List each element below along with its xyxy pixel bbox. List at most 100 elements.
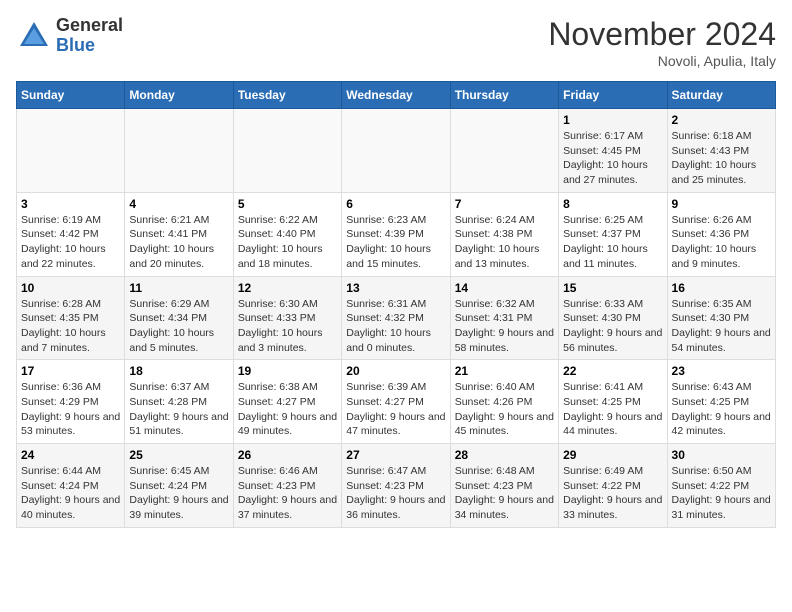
day-detail: Sunrise: 6:47 AMSunset: 4:23 PMDaylight:… [346,464,445,523]
main-title: November 2024 [548,16,776,53]
calendar-cell: 13 Sunrise: 6:31 AMSunset: 4:32 PMDayligh… [342,276,450,360]
day-detail: Sunrise: 6:50 AMSunset: 4:22 PMDaylight:… [672,464,771,523]
day-detail: Sunrise: 6:28 AMSunset: 4:35 PMDaylight:… [21,297,120,356]
calendar-cell: 7 Sunrise: 6:24 AMSunset: 4:38 PMDaylight… [450,192,558,276]
header-saturday: Saturday [667,82,775,109]
day-number: 12 [238,281,337,295]
header-friday: Friday [559,82,667,109]
calendar-cell: 9 Sunrise: 6:26 AMSunset: 4:36 PMDaylight… [667,192,775,276]
calendar-cell [233,109,341,193]
day-number: 15 [563,281,662,295]
calendar-week-5: 24 Sunrise: 6:44 AMSunset: 4:24 PMDayligh… [17,444,776,528]
day-detail: Sunrise: 6:17 AMSunset: 4:45 PMDaylight:… [563,129,662,188]
day-number: 7 [455,197,554,211]
calendar-cell: 1 Sunrise: 6:17 AMSunset: 4:45 PMDaylight… [559,109,667,193]
calendar-week-2: 3 Sunrise: 6:19 AMSunset: 4:42 PMDaylight… [17,192,776,276]
calendar-table: SundayMondayTuesdayWednesdayThursdayFrid… [16,81,776,528]
calendar-cell: 15 Sunrise: 6:33 AMSunset: 4:30 PMDayligh… [559,276,667,360]
day-detail: Sunrise: 6:45 AMSunset: 4:24 PMDaylight:… [129,464,228,523]
day-detail: Sunrise: 6:44 AMSunset: 4:24 PMDaylight:… [21,464,120,523]
day-detail: Sunrise: 6:36 AMSunset: 4:29 PMDaylight:… [21,380,120,439]
header-thursday: Thursday [450,82,558,109]
calendar-cell: 2 Sunrise: 6:18 AMSunset: 4:43 PMDaylight… [667,109,775,193]
calendar-cell: 6 Sunrise: 6:23 AMSunset: 4:39 PMDaylight… [342,192,450,276]
day-number: 30 [672,448,771,462]
day-number: 22 [563,364,662,378]
day-detail: Sunrise: 6:22 AMSunset: 4:40 PMDaylight:… [238,213,337,272]
calendar-cell: 21 Sunrise: 6:40 AMSunset: 4:26 PMDayligh… [450,360,558,444]
day-number: 4 [129,197,228,211]
day-number: 3 [21,197,120,211]
day-number: 9 [672,197,771,211]
calendar-cell: 10Sunrise: 6:28 AMSunset: 4:35 PMDayligh… [17,276,125,360]
day-number: 2 [672,113,771,127]
day-detail: Sunrise: 6:21 AMSunset: 4:41 PMDaylight:… [129,213,228,272]
calendar-header-row: SundayMondayTuesdayWednesdayThursdayFrid… [17,82,776,109]
day-number: 6 [346,197,445,211]
calendar-cell: 23 Sunrise: 6:43 AMSunset: 4:25 PMDayligh… [667,360,775,444]
calendar-cell [450,109,558,193]
day-number: 23 [672,364,771,378]
day-number: 24 [21,448,120,462]
calendar-cell: 11 Sunrise: 6:29 AMSunset: 4:34 PMDayligh… [125,276,233,360]
day-number: 14 [455,281,554,295]
day-detail: Sunrise: 6:35 AMSunset: 4:30 PMDaylight:… [672,297,771,356]
day-detail: Sunrise: 6:43 AMSunset: 4:25 PMDaylight:… [672,380,771,439]
day-number: 5 [238,197,337,211]
calendar-week-3: 10Sunrise: 6:28 AMSunset: 4:35 PMDayligh… [17,276,776,360]
day-detail: Sunrise: 6:33 AMSunset: 4:30 PMDaylight:… [563,297,662,356]
subtitle: Novoli, Apulia, Italy [548,53,776,69]
day-detail: Sunrise: 6:31 AMSunset: 4:32 PMDaylight:… [346,297,445,356]
calendar-cell [125,109,233,193]
day-detail: Sunrise: 6:29 AMSunset: 4:34 PMDaylight:… [129,297,228,356]
calendar-week-4: 17 Sunrise: 6:36 AMSunset: 4:29 PMDayligh… [17,360,776,444]
day-number: 13 [346,281,445,295]
calendar-cell: 16 Sunrise: 6:35 AMSunset: 4:30 PMDayligh… [667,276,775,360]
calendar-cell: 19Sunrise: 6:38 AMSunset: 4:27 PMDayligh… [233,360,341,444]
day-number: 29 [563,448,662,462]
day-detail: Sunrise: 6:26 AMSunset: 4:36 PMDaylight:… [672,213,771,272]
logo-blue: Blue [56,35,95,55]
calendar-cell: 30 Sunrise: 6:50 AMSunset: 4:22 PMDayligh… [667,444,775,528]
calendar-cell: 14Sunrise: 6:32 AMSunset: 4:31 PMDayligh… [450,276,558,360]
day-number: 11 [129,281,228,295]
calendar-cell: 27 Sunrise: 6:47 AMSunset: 4:23 PMDayligh… [342,444,450,528]
day-detail: Sunrise: 6:18 AMSunset: 4:43 PMDaylight:… [672,129,771,188]
calendar-cell: 29 Sunrise: 6:49 AMSunset: 4:22 PMDayligh… [559,444,667,528]
calendar-cell [342,109,450,193]
day-detail: Sunrise: 6:25 AMSunset: 4:37 PMDaylight:… [563,213,662,272]
day-detail: Sunrise: 6:19 AMSunset: 4:42 PMDaylight:… [21,213,120,272]
day-detail: Sunrise: 6:49 AMSunset: 4:22 PMDaylight:… [563,464,662,523]
day-number: 1 [563,113,662,127]
header-tuesday: Tuesday [233,82,341,109]
calendar-cell: 12 Sunrise: 6:30 AMSunset: 4:33 PMDayligh… [233,276,341,360]
day-detail: Sunrise: 6:23 AMSunset: 4:39 PMDaylight:… [346,213,445,272]
calendar-cell: 18Sunrise: 6:37 AMSunset: 4:28 PMDayligh… [125,360,233,444]
calendar-cell: 22 Sunrise: 6:41 AMSunset: 4:25 PMDayligh… [559,360,667,444]
day-detail: Sunrise: 6:38 AMSunset: 4:27 PMDaylight:… [238,380,337,439]
day-detail: Sunrise: 6:24 AMSunset: 4:38 PMDaylight:… [455,213,554,272]
day-number: 17 [21,364,120,378]
calendar-cell: 25Sunrise: 6:45 AMSunset: 4:24 PMDayligh… [125,444,233,528]
day-detail: Sunrise: 6:30 AMSunset: 4:33 PMDaylight:… [238,297,337,356]
logo: General Blue [16,16,123,56]
header-monday: Monday [125,82,233,109]
calendar-cell [17,109,125,193]
calendar-cell: 3 Sunrise: 6:19 AMSunset: 4:42 PMDaylight… [17,192,125,276]
logo-icon [16,18,52,54]
day-number: 20 [346,364,445,378]
calendar-cell: 8Sunrise: 6:25 AMSunset: 4:37 PMDaylight… [559,192,667,276]
calendar-cell: 4 Sunrise: 6:21 AMSunset: 4:41 PMDaylight… [125,192,233,276]
day-number: 21 [455,364,554,378]
calendar-cell: 17 Sunrise: 6:36 AMSunset: 4:29 PMDayligh… [17,360,125,444]
calendar-cell: 20Sunrise: 6:39 AMSunset: 4:27 PMDayligh… [342,360,450,444]
title-block: November 2024 Novoli, Apulia, Italy [548,16,776,69]
day-number: 27 [346,448,445,462]
day-detail: Sunrise: 6:41 AMSunset: 4:25 PMDaylight:… [563,380,662,439]
day-detail: Sunrise: 6:40 AMSunset: 4:26 PMDaylight:… [455,380,554,439]
day-detail: Sunrise: 6:48 AMSunset: 4:23 PMDaylight:… [455,464,554,523]
page-header: General Blue November 2024 Novoli, Apuli… [16,16,776,69]
day-number: 16 [672,281,771,295]
day-number: 26 [238,448,337,462]
header-wednesday: Wednesday [342,82,450,109]
